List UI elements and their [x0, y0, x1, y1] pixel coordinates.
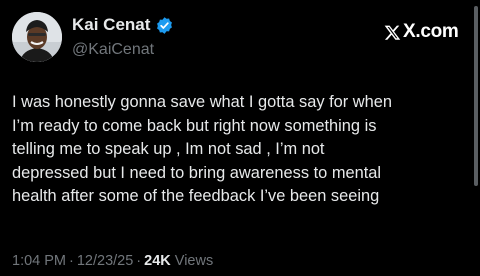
tweet-text-line: telling me to speak up , Im not sad , I’…: [12, 140, 325, 159]
tweet-date[interactable]: 12/23/25: [77, 253, 133, 269]
avatar[interactable]: [12, 12, 62, 62]
views-count: 24K: [144, 253, 171, 269]
author-handle[interactable]: @KaiCenat: [72, 40, 154, 60]
tweet-text-line: depressed but I need to bring awareness …: [12, 163, 382, 182]
brand-text: X.com: [403, 21, 459, 42]
meta-separator: ·: [69, 253, 74, 269]
tweet-meta: 1:04 PM · 12/23/25 · 24K Views: [12, 251, 213, 271]
brand-logo[interactable]: X.com: [384, 22, 459, 42]
tweet-time[interactable]: 1:04 PM: [12, 253, 66, 269]
author-display-name[interactable]: Kai Cenat: [72, 15, 150, 35]
verified-badge-icon: [157, 16, 173, 34]
tweet-text-line: I was honestly gonna save what I gotta s…: [12, 93, 392, 111]
scrollbar[interactable]: [474, 6, 478, 186]
avatar-image: [12, 12, 62, 62]
views-label: Views: [174, 253, 214, 269]
tweet-text-line: health after some of the feedback I’ve b…: [12, 187, 380, 206]
meta-separator: ·: [136, 253, 142, 269]
tweet-text-line: I’m ready to come back but right now som…: [12, 116, 377, 135]
author-name-row[interactable]: Kai Cenat: [72, 15, 174, 35]
tweet-text: I was honestly gonna save what I gotta s…: [12, 91, 472, 209]
tweet-card: Kai Cenat @KaiCenat X.com I was honestly…: [0, 0, 480, 276]
x-logo-icon: [384, 25, 401, 40]
